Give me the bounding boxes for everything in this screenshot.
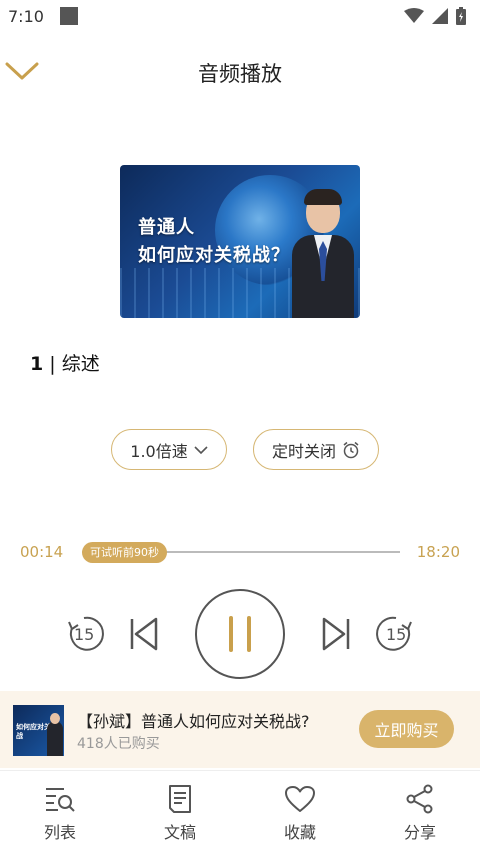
buyer-count: 418人已购买 xyxy=(77,736,160,752)
episode-number: 1 xyxy=(30,353,44,375)
speed-label: 1.0倍速 xyxy=(130,441,188,461)
cover-title-line1: 普通人 xyxy=(138,217,195,238)
forward-seconds: 15 xyxy=(386,625,407,644)
page-title: 音频播放 xyxy=(198,62,282,86)
episode-title: 1 | 综述 xyxy=(30,349,100,376)
pause-button[interactable] xyxy=(195,589,285,679)
tab-transcript[interactable]: 文稿 xyxy=(120,771,240,853)
course-title: 【孙斌】普通人如何应对关税战? xyxy=(77,712,310,731)
skip-next-icon xyxy=(322,617,350,651)
cover-title-line2: 如何应对关税战？ xyxy=(138,245,290,266)
sleep-timer-button[interactable]: 定时关闭 xyxy=(253,429,379,470)
bottom-tab-bar: 列表 文稿 收藏 分享 xyxy=(0,770,480,853)
next-track-button[interactable] xyxy=(316,612,356,656)
signal-icon xyxy=(432,8,448,24)
buy-now-button[interactable]: 立即购买 xyxy=(359,710,454,748)
header: 音频播放 xyxy=(0,46,480,96)
alarm-clock-icon xyxy=(343,441,359,458)
course-thumbnail: 如何应对关税战 xyxy=(13,705,64,756)
trial-preview-badge[interactable]: 可试听前90秒 xyxy=(82,542,167,563)
tab-transcript-label: 文稿 xyxy=(163,823,196,842)
rewind-15-button[interactable]: 15 xyxy=(62,612,106,656)
episode-separator: | xyxy=(43,353,62,375)
tab-list-label: 列表 xyxy=(43,823,76,842)
pause-icon xyxy=(229,616,251,652)
skip-previous-icon xyxy=(130,617,158,651)
episode-name: 综述 xyxy=(61,353,100,375)
timer-label: 定时关闭 xyxy=(271,441,336,461)
wifi-icon xyxy=(404,8,424,23)
chevron-down-icon xyxy=(194,445,208,454)
tab-share-label: 分享 xyxy=(403,823,436,842)
tab-share[interactable]: 分享 xyxy=(360,771,480,853)
current-time: 00:14 xyxy=(20,543,64,561)
status-time: 7:10 xyxy=(8,6,44,26)
previous-track-button[interactable] xyxy=(124,612,164,656)
forward-15-button[interactable]: 15 xyxy=(374,612,418,656)
status-bar: 7:10 xyxy=(0,0,480,32)
notification-icon xyxy=(59,7,78,25)
tab-favorite[interactable]: 收藏 xyxy=(240,771,360,853)
status-icons xyxy=(404,7,466,25)
total-time: 18:20 xyxy=(416,543,460,561)
rewind-seconds: 15 xyxy=(74,625,95,644)
share-icon xyxy=(406,784,433,814)
tab-list[interactable]: 列表 xyxy=(0,771,120,853)
tab-favorite-label: 收藏 xyxy=(283,823,316,842)
album-cover: 普通人 如何应对关税战？ xyxy=(120,165,360,318)
list-search-icon xyxy=(46,788,75,812)
document-icon xyxy=(169,785,191,813)
cover-presenter xyxy=(292,189,354,318)
heart-icon xyxy=(285,786,315,812)
battery-icon xyxy=(456,7,466,25)
playback-speed-button[interactable]: 1.0倍速 xyxy=(111,429,227,470)
